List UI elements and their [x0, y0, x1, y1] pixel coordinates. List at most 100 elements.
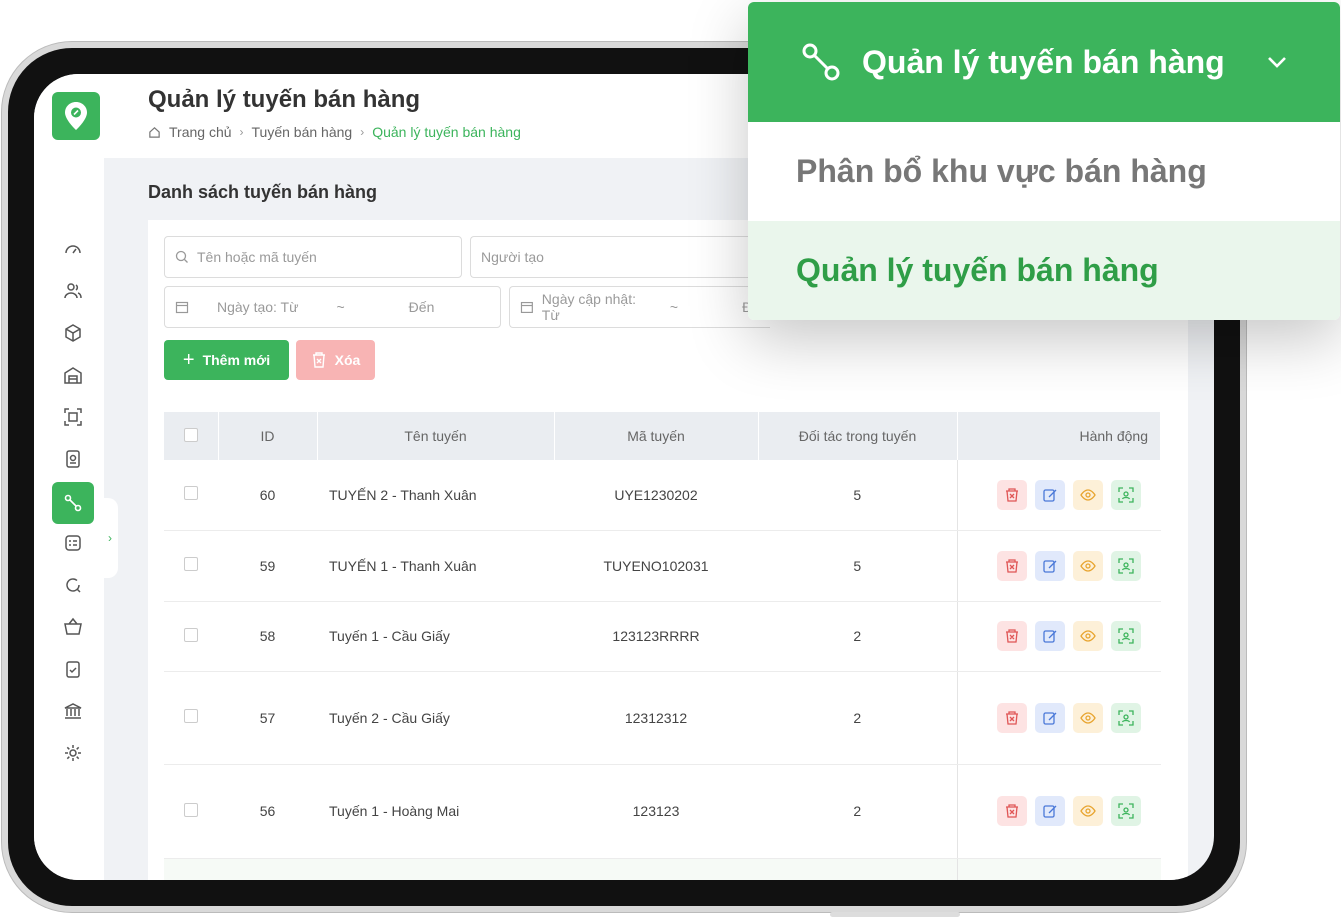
popup-header[interactable]: Quản lý tuyến bán hàng — [748, 2, 1340, 122]
home-indicator — [830, 912, 960, 917]
row-select-cell — [164, 530, 218, 602]
badge-icon[interactable] — [54, 440, 92, 478]
menu-item-sales-area[interactable]: Phân bổ khu vực bán hàng — [748, 122, 1340, 221]
row-select-cell — [164, 764, 218, 859]
col-name[interactable]: Tên tuyến — [317, 412, 555, 460]
edit-icon — [1042, 489, 1056, 502]
cell-code: 123123RRRR — [554, 601, 758, 672]
row-checkbox[interactable] — [184, 802, 198, 817]
select-all-cell — [164, 412, 219, 460]
trash-icon — [1005, 558, 1018, 573]
creator-select[interactable]: Người tạo ⌄ — [470, 236, 770, 278]
table-row[interactable]: 56 Tuyến 1 - Hoàng Mai 123123 2 — [164, 764, 1161, 859]
search-placeholder: Tên hoặc mã tuyến — [197, 249, 317, 265]
route-icon[interactable] — [52, 482, 94, 524]
bank-icon[interactable] — [54, 692, 92, 730]
cell-code: 123123 — [554, 764, 758, 859]
col-partners[interactable]: Đối tác trong tuyến — [758, 412, 958, 460]
col-id[interactable]: ID — [218, 412, 318, 460]
breadcrumb-home[interactable]: Trang chủ — [169, 124, 232, 140]
add-route-button[interactable]: + Thêm mới — [164, 340, 289, 380]
breadcrumb-routes[interactable]: Tuyến bán hàng — [252, 124, 353, 140]
row-select-cell — [164, 601, 218, 672]
calendar-icon — [520, 301, 533, 314]
edit-icon — [1042, 630, 1056, 643]
row-actions — [956, 460, 1161, 531]
delete-row-button[interactable] — [996, 621, 1027, 651]
delete-selected-button[interactable]: Xóa — [296, 340, 375, 380]
warehouse-icon[interactable] — [54, 356, 92, 394]
updated-date-range[interactable]: Ngày cập nhật: Từ ~ Đế — [509, 286, 770, 328]
menu-item-route-management[interactable]: Quản lý tuyến bán hàng — [748, 221, 1340, 320]
view-row-button[interactable] — [1072, 796, 1103, 826]
clipboard-check-icon[interactable] — [54, 650, 92, 688]
created-tilde: ~ — [336, 299, 345, 315]
dashboard-icon[interactable] — [54, 230, 92, 268]
row-checkbox[interactable] — [184, 709, 198, 723]
map-row-button[interactable] — [1110, 479, 1141, 510]
row-select-cell — [164, 671, 218, 765]
eye-icon — [1079, 489, 1096, 501]
edit-row-button[interactable] — [1034, 621, 1065, 651]
trash-icon — [312, 352, 325, 368]
delete-row-button[interactable] — [996, 702, 1027, 733]
edit-row-button[interactable] — [1034, 550, 1065, 581]
app-logo[interactable] — [52, 92, 100, 140]
delete-row-button[interactable] — [996, 796, 1027, 826]
calendar-icon — [175, 301, 189, 314]
cell-partners: 2 — [758, 764, 957, 859]
scan-user-icon — [1117, 803, 1134, 819]
trash-icon — [1005, 710, 1018, 725]
cell-name: TUYẾN 1 - Thanh Xuân — [317, 530, 554, 602]
cell-name: Tuyến 1 - Hoàng Mai — [317, 764, 554, 859]
table-row — [164, 858, 1161, 880]
delete-row-button[interactable] — [996, 550, 1027, 581]
map-pin-logo-icon — [65, 102, 87, 130]
cell-partners: 2 — [758, 601, 957, 672]
box-icon[interactable] — [54, 314, 92, 352]
table-row[interactable]: 59 TUYẾN 1 - Thanh Xuân TUYENO102031 5 — [164, 530, 1161, 602]
table-row[interactable]: 58 Tuyến 1 - Cầu Giấy 123123RRRR 2 — [164, 601, 1161, 672]
select-all-checkbox[interactable] — [183, 427, 198, 442]
row-checkbox[interactable] — [184, 486, 198, 501]
map-row-button[interactable] — [1110, 550, 1141, 581]
view-row-button[interactable] — [1072, 479, 1103, 510]
view-row-button[interactable] — [1072, 621, 1103, 651]
row-checkbox[interactable] — [184, 627, 198, 642]
map-row-button[interactable] — [1110, 702, 1141, 733]
scan-user-icon — [1117, 487, 1134, 503]
row-actions — [956, 601, 1161, 672]
table-row[interactable]: 57 Tuyến 2 - Cầu Giấy 12312312 2 — [164, 671, 1161, 765]
row-checkbox[interactable] — [184, 557, 198, 571]
eye-icon — [1079, 711, 1096, 724]
cell-id: 56 — [218, 764, 317, 859]
created-date-range[interactable]: Ngày tạo: Từ ~ Đến — [164, 286, 501, 328]
page-title: Quản lý tuyến bán hàng — [148, 86, 421, 113]
row-actions — [956, 764, 1161, 859]
cell-id: 57 — [218, 671, 317, 765]
scan-icon[interactable] — [54, 398, 92, 436]
sidebar-expand-toggle[interactable]: › — [102, 498, 118, 578]
cell-partners: 5 — [758, 530, 957, 602]
map-row-button[interactable] — [1110, 796, 1141, 826]
view-row-button[interactable] — [1072, 550, 1103, 581]
map-row-button[interactable] — [1110, 621, 1141, 651]
basket-icon[interactable] — [54, 608, 92, 646]
edit-row-button[interactable] — [1034, 479, 1065, 510]
col-code[interactable]: Mã tuyến — [554, 412, 759, 460]
refresh-search-icon[interactable] — [54, 566, 92, 604]
checklist-icon[interactable] — [54, 524, 92, 562]
created-to: Đến — [408, 299, 435, 315]
search-input[interactable]: Tên hoặc mã tuyến — [164, 236, 462, 278]
cell-name: Tuyến 1 - Cầu Giấy — [317, 601, 554, 672]
edit-row-button[interactable] — [1034, 796, 1065, 826]
view-row-button[interactable] — [1072, 702, 1103, 733]
edit-row-button[interactable] — [1034, 702, 1065, 733]
users-icon[interactable] — [54, 272, 92, 310]
table-row[interactable]: 60 TUYẾN 2 - Thanh Xuân UYE1230202 5 — [164, 460, 1161, 531]
delete-row-button[interactable] — [996, 479, 1027, 510]
routes-table: ID Tên tuyến Mã tuyến Đối tác trong tuyế… — [164, 412, 1161, 880]
scan-user-icon — [1117, 628, 1134, 644]
settings-icon[interactable] — [54, 734, 92, 772]
search-icon — [175, 250, 188, 263]
